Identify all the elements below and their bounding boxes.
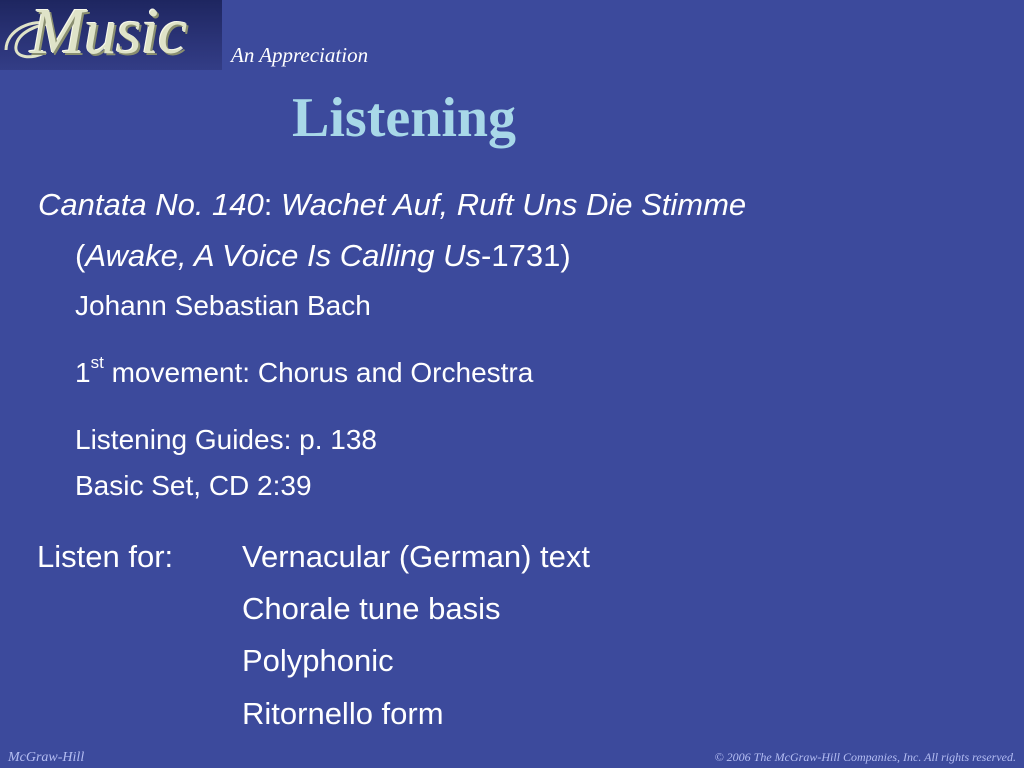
listen-for-label: Listen for:: [37, 539, 174, 574]
work-number: Cantata No. 140: [38, 187, 264, 222]
work-translation-line: (Awake, A Voice Is Calling Us-1731): [75, 238, 571, 274]
title-separator: :: [263, 187, 281, 222]
work-title-line: Cantata No. 140: Wachet Auf, Ruft Uns Di…: [38, 187, 746, 223]
basic-set-cd: Basic Set, CD 2:39: [75, 470, 312, 501]
open-paren: (: [75, 238, 86, 273]
header-subtitle: An Appreciation: [231, 43, 369, 67]
slide-title: Listening: [292, 87, 517, 149]
movement-line: 1st movement: Chorus and Orchestra: [75, 353, 534, 389]
work-translation: Awake, A Voice Is Calling Us: [85, 238, 482, 273]
work-german-title: Wachet Auf, Ruft Uns Die Stimme: [281, 187, 747, 222]
listening-guides: Listening Guides: p. 138: [75, 424, 377, 455]
listen-for-item: Ritornello form: [242, 696, 444, 731]
music-logo: Music: [0, 0, 222, 70]
listen-for-item: Chorale tune basis: [242, 591, 501, 626]
logo-wordmark: Music: [30, 0, 187, 68]
copyright-notice: © 2006 The McGraw-Hill Companies, Inc. A…: [714, 750, 1016, 764]
listen-for-item: Polyphonic: [242, 643, 394, 678]
movement-number: 1: [75, 357, 91, 388]
publisher-name: McGraw-Hill: [8, 750, 85, 765]
composer: Johann Sebastian Bach: [75, 290, 371, 321]
movement-text: movement: Chorus and Orchestra: [103, 357, 534, 388]
listen-for-item: Vernacular (German) text: [242, 539, 591, 574]
work-year: -1731): [481, 238, 571, 273]
movement-ordinal: st: [90, 353, 104, 372]
